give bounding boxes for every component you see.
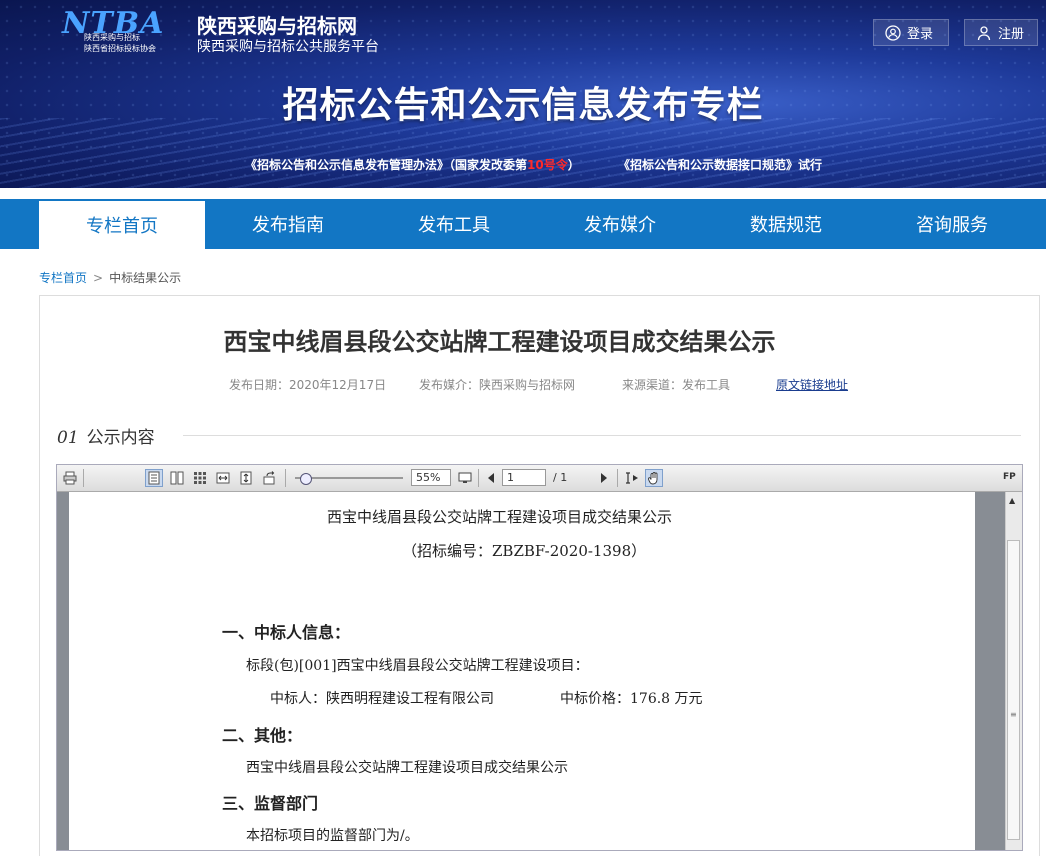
- pdf-other: 西宝中线眉县段公交站牌工程建设项目成交结果公示: [246, 760, 568, 776]
- pdf-page: 西宝中线眉县段公交站牌工程建设项目成交结果公示 （招标编号：ZBZBF-2020…: [69, 492, 975, 850]
- pdf-toolbar: 55% 1 / 1 FP: [57, 465, 1022, 492]
- fullscreen-icon[interactable]: [456, 469, 474, 487]
- fp-label: FP: [1003, 472, 1016, 482]
- banner-wave: [0, 118, 1046, 188]
- nav-item-media[interactable]: 发布媒介: [537, 199, 703, 249]
- prev-page-icon[interactable]: [482, 469, 500, 487]
- register-button[interactable]: 注册: [964, 19, 1038, 46]
- nav-item-home[interactable]: 专栏首页: [39, 199, 205, 249]
- breadcrumb-separator: >: [93, 271, 104, 285]
- fit-height-icon[interactable]: [237, 469, 255, 487]
- article-title: 西宝中线眉县段公交站牌工程建设项目成交结果公示: [223, 328, 776, 356]
- pdf-winner: 中标人：陕西明程建设工程有限公司: [270, 691, 494, 707]
- site-logo[interactable]: NTBA 陕西采购与招标 陕西省招标投标协会: [62, 6, 190, 54]
- nav-item-guide[interactable]: 发布指南: [205, 199, 371, 249]
- scroll-thumb[interactable]: [1007, 540, 1020, 840]
- source-channel: 来源渠道：发布工具: [622, 378, 731, 392]
- pdf-heading-2: 二、其他：: [222, 726, 303, 745]
- original-link[interactable]: 原文链接地址: [776, 378, 848, 392]
- thumbnail-grid-icon[interactable]: [191, 469, 209, 487]
- nav-item-consult[interactable]: 咨询服务: [869, 199, 1035, 249]
- notice-link-1[interactable]: 《招标公告和公示信息发布管理办法》（国家发改委第10号令）: [245, 156, 580, 173]
- main-nav: 专栏首页 发布指南 发布工具 发布媒介 数据规范 咨询服务: [0, 199, 1046, 249]
- logo-line2: 陕西省招标投标协会: [84, 44, 156, 53]
- register-label: 注册: [998, 27, 1025, 42]
- page-number-input[interactable]: 1: [502, 469, 546, 486]
- publish-date: 发布日期：2020年12月17日: [229, 378, 387, 392]
- fit-width-icon[interactable]: [214, 469, 232, 487]
- pdf-heading-3: 三、监督部门: [222, 794, 319, 813]
- section-heading: 01 公示内容: [57, 423, 155, 448]
- logo-line1: 陕西采购与招标: [84, 33, 140, 42]
- print-icon[interactable]: [61, 469, 79, 487]
- scroll-grip-icon: ≡: [1010, 710, 1017, 719]
- page-banner-title: 招标公告和公示信息发布专栏: [282, 85, 764, 126]
- user-icon: [977, 25, 991, 40]
- pdf-viewer: 55% 1 / 1 FP 西宝中线眉县段公交站牌工程建设项目成交结果公示 （招标…: [56, 464, 1023, 851]
- notice-link-2[interactable]: 《招标公告和公示数据接口规范》试行: [618, 156, 822, 173]
- login-button[interactable]: 登录: [873, 19, 949, 46]
- rotate-icon[interactable]: [260, 469, 278, 487]
- notice-1-red: 10号令: [527, 158, 568, 172]
- pdf-title: 西宝中线眉县段公交站牌工程建设项目成交结果公示: [327, 508, 673, 526]
- zoom-slider-handle[interactable]: [300, 473, 312, 485]
- header-banner: NTBA 陕西采购与招标 陕西省招标投标协会 陕西采购与招标网 陕西采购与招标公…: [0, 0, 1046, 188]
- breadcrumb: 专栏首页 > 中标结果公示: [39, 269, 181, 286]
- pdf-bid-code: （招标编号：ZBZBF-2020-1398）: [402, 542, 647, 560]
- breadcrumb-home[interactable]: 专栏首页: [39, 271, 87, 285]
- site-subtitle: 陕西采购与招标公共服务平台: [197, 39, 379, 55]
- original-link-wrap: 原文链接地址: [776, 376, 848, 393]
- pdf-supervise: 本招标项目的监督部门为/。: [246, 828, 419, 844]
- pdf-lot: 标段(包)[001]西宝中线眉县段公交站牌工程建设项目：: [246, 658, 589, 674]
- section-title: 公示内容: [86, 428, 155, 448]
- nav-item-data-spec[interactable]: 数据规范: [703, 199, 869, 249]
- nav-item-tools[interactable]: 发布工具: [371, 199, 537, 249]
- hand-tool-icon[interactable]: [645, 469, 663, 487]
- notice-1-post: ）: [567, 158, 580, 172]
- two-page-icon[interactable]: [168, 469, 186, 487]
- section-number: 01: [57, 428, 79, 448]
- single-page-icon[interactable]: [145, 469, 163, 487]
- section-divider: [183, 435, 1021, 436]
- login-label: 登录: [907, 27, 934, 42]
- text-select-icon[interactable]: [623, 469, 641, 487]
- pdf-heading-1: 一、中标人信息：: [222, 623, 351, 642]
- site-name: 陕西采购与招标网: [197, 14, 357, 38]
- breadcrumb-current: 中标结果公示: [109, 271, 182, 285]
- pdf-price: 中标价格：176.8 万元: [560, 691, 703, 707]
- publish-media: 发布媒介：陕西采购与招标网: [419, 378, 576, 392]
- next-page-icon[interactable]: [595, 469, 613, 487]
- user-circle-icon: [885, 24, 901, 41]
- page-total: / 1: [553, 471, 568, 484]
- notice-1-pre: 《招标公告和公示信息发布管理办法》（国家发改委第: [245, 158, 528, 172]
- zoom-input[interactable]: 55%: [411, 469, 451, 486]
- pdf-scrollbar[interactable]: ▲ ≡: [1005, 492, 1022, 850]
- scroll-up-icon[interactable]: ▲: [1009, 496, 1015, 505]
